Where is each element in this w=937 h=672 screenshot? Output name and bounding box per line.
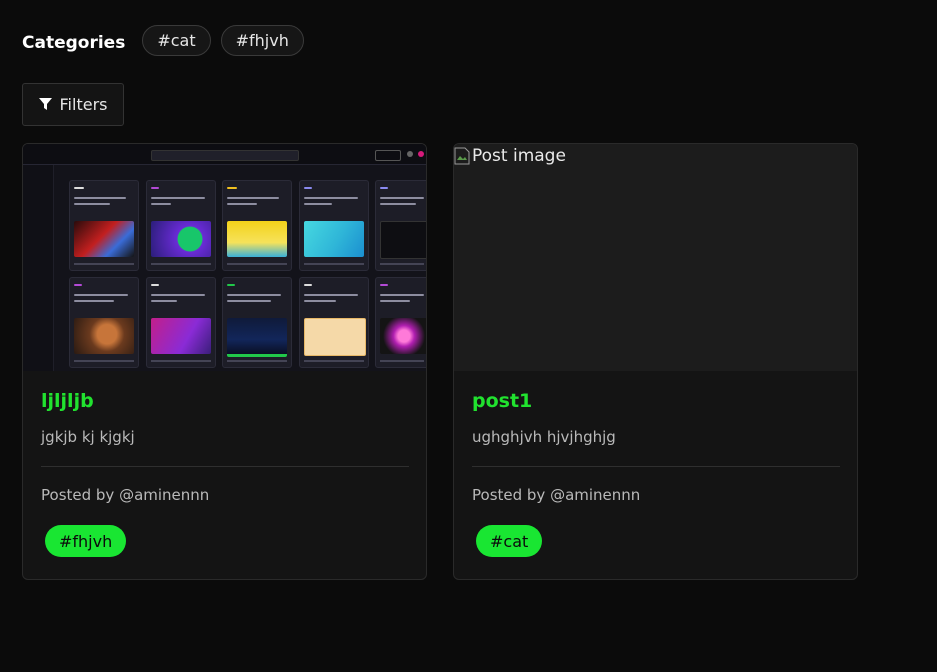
mini-search [151,150,299,161]
post-author: Posted by @aminennn [41,486,210,504]
divider [472,466,840,467]
mini-tile [299,277,369,368]
filters-button[interactable]: Filters [22,83,124,126]
post-card[interactable]: ljljljb jgkjb kj kjgkj Posted by @aminen… [22,143,427,580]
filter-icon [38,98,52,110]
post-description: ughghjvh hjvjhghjg [472,428,616,446]
post-image: Post image [454,144,857,371]
broken-image-icon [454,147,470,165]
post-author: Posted by @aminennn [472,486,641,504]
divider [41,466,409,467]
mini-tile [222,180,292,271]
post-image [23,144,426,371]
category-chip-fhjvh[interactable]: #fhjvh [220,25,304,56]
post-title[interactable]: post1 [472,390,532,412]
post-tag[interactable]: #cat [476,525,543,557]
categories-title: Categories [22,32,126,53]
category-chip-cat[interactable]: #cat [142,25,211,56]
filters-label: Filters [59,95,108,114]
post-tag[interactable]: #fhjvh [45,525,127,557]
categories-bar: Categories #cat #fhjvh [22,24,314,57]
mini-button [375,150,401,161]
post-description: jgkjb kj kjgkj [41,428,135,446]
mini-dot [407,151,413,157]
mini-tile [146,277,216,368]
image-alt-text: Post image [472,146,566,166]
post-card[interactable]: Post image post1 ughghjvh hjvjhghjg Post… [453,143,858,580]
mini-tile [375,180,426,271]
mini-tile [222,277,292,368]
mini-tile [146,180,216,271]
mini-tile [69,277,139,368]
mini-sidebar [23,165,54,371]
mini-tile [375,277,426,368]
page: Categories #cat #fhjvh Filters ljljljb j… [0,0,937,672]
broken-image: Post image [454,146,566,166]
post-title[interactable]: ljljljb [41,390,94,412]
app-screenshot-thumbnail [23,144,426,371]
mini-dot [418,151,424,157]
mini-tile [299,180,369,271]
mini-tile [69,180,139,271]
